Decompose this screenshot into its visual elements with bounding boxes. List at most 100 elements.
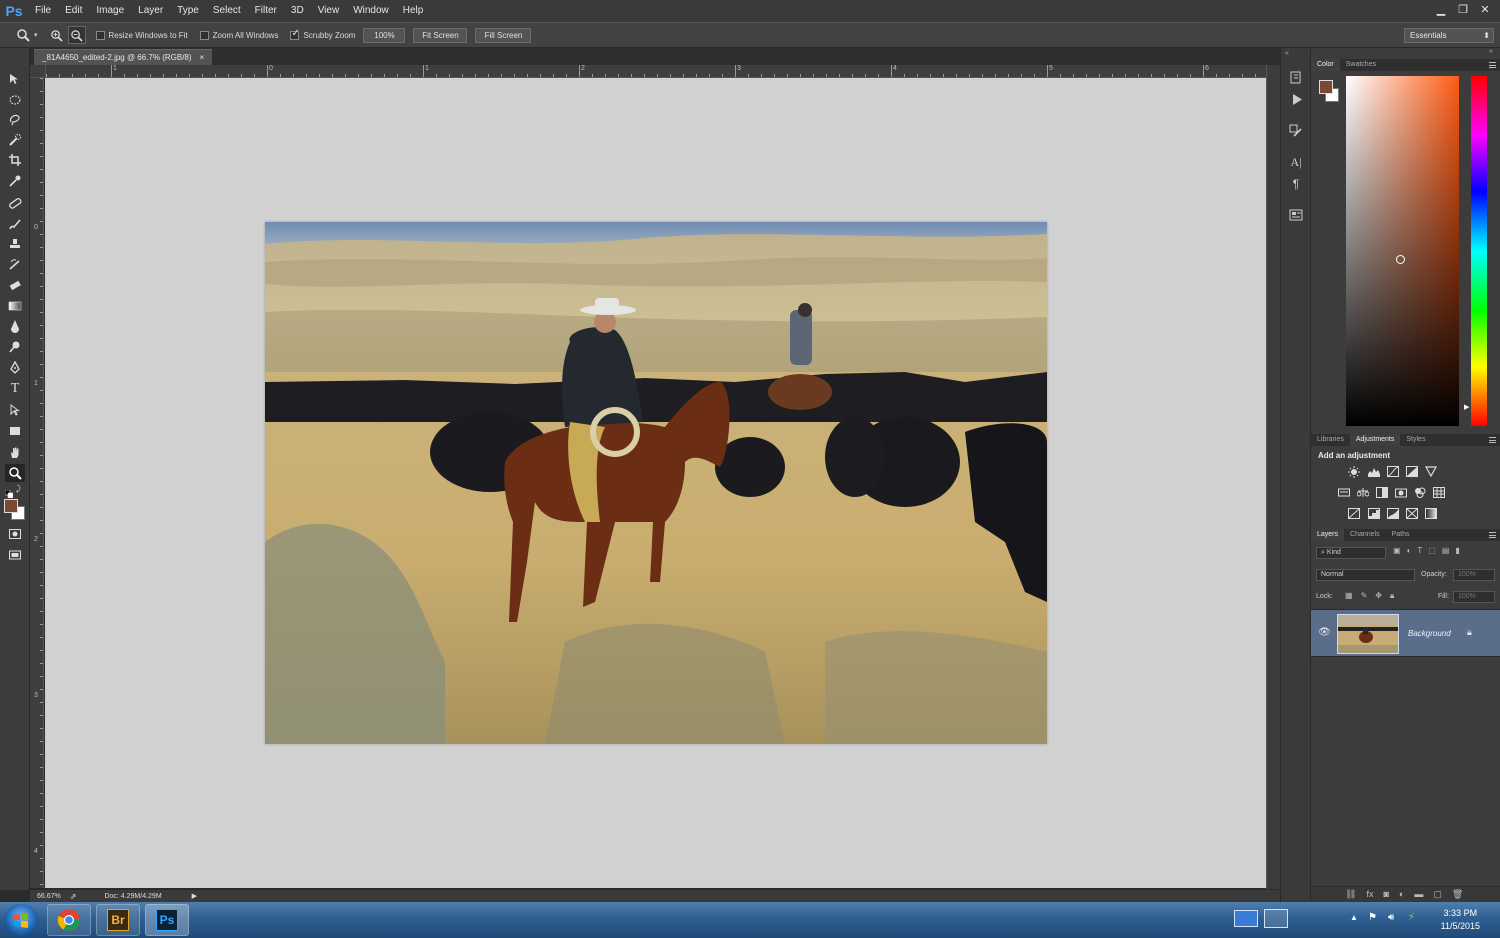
menu-image[interactable]: Image: [89, 0, 131, 22]
volume-icon[interactable]: 🔊︎: [1388, 912, 1394, 923]
restore-icon[interactable]: ❐: [1452, 0, 1474, 18]
new-group-icon[interactable]: ▬: [1414, 889, 1423, 900]
checkbox-box[interactable]: [95, 30, 105, 40]
horizontal-ruler[interactable]: 1 0 1 2 3 4 5 6: [46, 65, 1266, 78]
menu-view[interactable]: View: [311, 0, 347, 22]
preset-chevron-icon[interactable]: ▾: [34, 31, 38, 39]
adjustment-filter-icon[interactable]: ◐: [1407, 546, 1412, 555]
exposure-icon[interactable]: [1405, 466, 1418, 477]
tab-paths[interactable]: Paths: [1386, 529, 1416, 541]
pen-tool-icon[interactable]: [5, 359, 25, 377]
export-icon[interactable]: ⇗: [70, 892, 77, 901]
character-panel-icon[interactable]: A|: [1287, 153, 1305, 171]
vertical-scrollbar[interactable]: [1266, 65, 1280, 890]
menu-file[interactable]: File: [28, 0, 58, 22]
menu-select[interactable]: Select: [206, 0, 248, 22]
eyedropper-tool-icon[interactable]: [5, 172, 25, 190]
start-button[interactable]: [4, 904, 38, 937]
panel-menu-icon[interactable]: [1489, 437, 1496, 443]
taskbar-clock[interactable]: 3:33 PM 11/5/2015: [1441, 907, 1480, 933]
tab-adjustments[interactable]: Adjustments: [1349, 434, 1401, 446]
taskbar-photoshop[interactable]: Ps: [145, 904, 189, 936]
battery-icon[interactable]: ⚡︎: [1408, 912, 1415, 923]
collapse-icon[interactable]: »: [1489, 48, 1493, 55]
gradient-map-icon[interactable]: [1424, 508, 1437, 519]
photo-canvas[interactable]: [265, 222, 1047, 744]
zoom-100-button[interactable]: 100%: [363, 27, 406, 43]
delete-layer-icon[interactable]: 🗑︎: [1452, 889, 1463, 900]
selective-color-icon[interactable]: [1405, 508, 1418, 519]
threshold-icon[interactable]: [1386, 508, 1399, 519]
blur-tool-icon[interactable]: [5, 317, 25, 335]
fill-field[interactable]: 100%: [1453, 591, 1495, 603]
healing-brush-tool-icon[interactable]: [5, 194, 25, 212]
lock-pixels-icon[interactable]: ✎: [1361, 591, 1368, 601]
checkbox-box[interactable]: [199, 30, 209, 40]
filter-toggle-icon[interactable]: ▮: [1455, 546, 1459, 555]
eye-visibility-icon[interactable]: 👁︎: [1318, 627, 1331, 638]
new-layer-icon[interactable]: ▢: [1433, 889, 1442, 900]
hand-tool-icon[interactable]: [5, 444, 25, 462]
move-tool-icon[interactable]: [5, 70, 25, 88]
history-brush-tool-icon[interactable]: [5, 256, 25, 274]
brightness-contrast-icon[interactable]: [1347, 465, 1360, 478]
history-panel-icon[interactable]: [1287, 68, 1305, 86]
tab-color[interactable]: Color: [1311, 59, 1340, 71]
clone-stamp-tool-icon[interactable]: [5, 235, 25, 253]
workspace-select[interactable]: Essentials: [1404, 28, 1494, 43]
tray-expand-icon[interactable]: ▲: [1350, 913, 1358, 922]
tab-layers[interactable]: Layers: [1311, 529, 1345, 541]
tab-libraries[interactable]: Libraries: [1311, 434, 1350, 446]
blend-mode-select[interactable]: Normal: [1316, 569, 1415, 581]
network-monitor-icon[interactable]: [1264, 909, 1288, 928]
zoom-out-icon[interactable]: [67, 26, 86, 44]
actions-panel-icon[interactable]: [1287, 90, 1305, 108]
lock-all-icon[interactable]: 🔒︎: [1390, 591, 1394, 601]
document-size-info[interactable]: Doc: 4.29M/4.29M: [104, 893, 161, 900]
zoom-tool-icon[interactable]: [5, 464, 25, 482]
tool-presets-icon[interactable]: [1287, 122, 1305, 140]
brush-tool-icon[interactable]: [5, 215, 25, 233]
status-menu-arrow-icon[interactable]: ▶: [192, 892, 197, 900]
menu-help[interactable]: Help: [396, 0, 431, 22]
vertical-ruler[interactable]: 0 1 2 3 4: [30, 78, 44, 888]
collapse-panels-icon[interactable]: «: [1285, 50, 1289, 57]
swap-colors-icon[interactable]: ⤸: [16, 484, 21, 494]
menu-3d[interactable]: 3D: [284, 0, 311, 22]
path-selection-tool-icon[interactable]: [5, 401, 25, 419]
panel-menu-icon[interactable]: [1489, 62, 1496, 68]
marquee-tool-icon[interactable]: [5, 91, 25, 109]
minimize-icon[interactable]: ▁: [1430, 0, 1452, 18]
action-center-icon[interactable]: ⚑: [1368, 912, 1377, 923]
lasso-tool-icon[interactable]: [5, 111, 25, 129]
hue-saturation-icon[interactable]: [1337, 487, 1350, 498]
smart-object-filter-icon[interactable]: ▤: [1442, 546, 1450, 555]
ruler-origin[interactable]: [30, 65, 46, 78]
layer-thumbnail[interactable]: [1337, 614, 1399, 654]
tab-swatches[interactable]: Swatches: [1340, 59, 1382, 71]
scrubby-zoom-checkbox[interactable]: Scrubby Zoom: [290, 28, 355, 40]
quick-mask-icon[interactable]: [5, 525, 25, 543]
color-balance-icon[interactable]: [1356, 487, 1369, 498]
layer-name[interactable]: Background: [1408, 629, 1451, 638]
menu-type[interactable]: Type: [170, 0, 206, 22]
menu-window[interactable]: Window: [346, 0, 396, 22]
invert-icon[interactable]: [1347, 508, 1360, 519]
pixel-filter-icon[interactable]: ▣: [1393, 546, 1401, 555]
tab-styles[interactable]: Styles: [1400, 434, 1431, 446]
opacity-field[interactable]: 100%: [1453, 569, 1495, 581]
fit-screen-button[interactable]: Fit Screen: [413, 27, 468, 43]
lock-position-icon[interactable]: ✥: [1375, 591, 1382, 601]
layer-lock-icon[interactable]: 🔒︎: [1467, 627, 1472, 638]
gradient-tool-icon[interactable]: [5, 297, 25, 315]
color-picker-field[interactable]: [1346, 76, 1459, 426]
fill-screen-button[interactable]: Fill Screen: [475, 27, 532, 43]
type-tool-icon[interactable]: T: [5, 380, 25, 398]
zoom-tool-preset-icon[interactable]: [14, 26, 32, 44]
close-document-icon[interactable]: ×: [200, 53, 205, 62]
menu-filter[interactable]: Filter: [248, 0, 284, 22]
channel-mixer-icon[interactable]: [1413, 487, 1426, 498]
menu-edit[interactable]: Edit: [58, 0, 89, 22]
properties-panel-icon[interactable]: [1287, 206, 1305, 224]
hue-slider[interactable]: [1471, 76, 1487, 426]
